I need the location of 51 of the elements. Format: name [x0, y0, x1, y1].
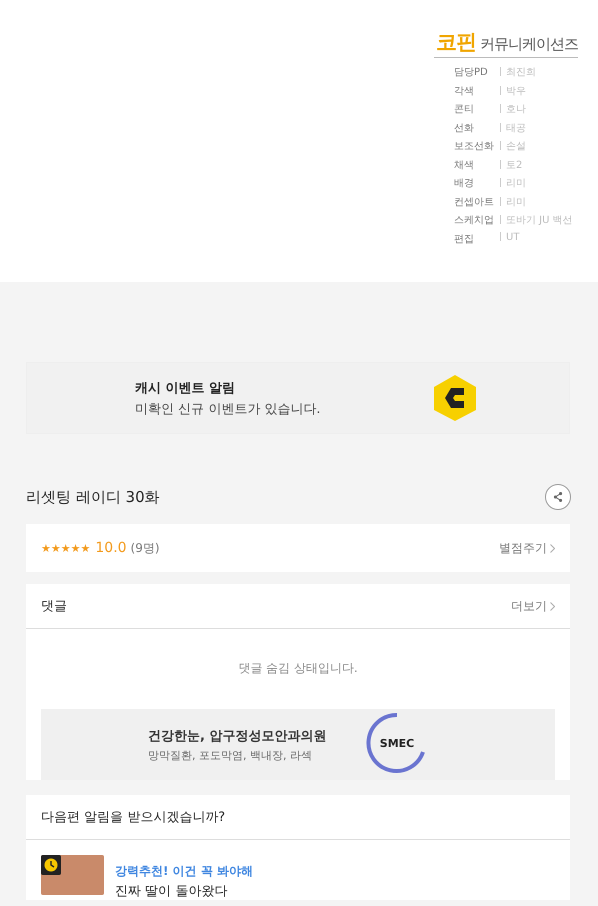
credit-role: 편집 [454, 232, 475, 246]
credit-role: 보조선화 [454, 140, 495, 153]
chevron-icon [550, 602, 555, 610]
credit-role: 스케치업 [454, 214, 495, 227]
comments-title: 댓글 [41, 598, 67, 615]
share-icon [552, 490, 564, 504]
coin-logo-icon [432, 374, 477, 422]
ad-banner[interactable]: 건강한눈, 압구정성모안과의원 망막질환, 포도막염, 백내장, 라섹 SMEC [41, 709, 555, 780]
credit-role: 선화 [454, 122, 475, 134]
thumbnail-placeholder[interactable] [41, 855, 104, 895]
credit-role: 각색 [454, 84, 475, 98]
banner-message: 미확인 신규 이벤트가 있습니다. [135, 400, 321, 418]
star-icon: ★ [60, 542, 71, 554]
credit-role: 콘티 [454, 103, 475, 116]
alert-question: 다음편 알림을 받으시겠습니까? [26, 795, 570, 840]
ad-headline: 건강한눈, 압구정성모안과의원 [148, 728, 326, 744]
recommended-title[interactable]: 진짜 딸이 돌아왔다 [115, 882, 254, 900]
credit-name: 호나 [498, 102, 578, 116]
chevron-icon [550, 544, 555, 552]
share-button[interactable] [545, 484, 571, 510]
clock-icon [41, 855, 61, 875]
star-icon: ★ [80, 542, 90, 554]
credit-name: 리미 [498, 176, 578, 190]
star-icon: ★ [50, 542, 61, 554]
studio-logo-text: 코핀 [436, 29, 476, 56]
event-banner[interactable]: 캐시 이벤트 알림 미확인 신규 이벤트가 있습니다. [26, 362, 570, 434]
clinic-logo: SMEC [366, 712, 428, 774]
star-icon: ★ [70, 542, 80, 554]
rate-button[interactable]: 별점주기 [499, 540, 555, 556]
comments-hidden-notice: 댓글 숨김 상태입니다. [237, 660, 359, 677]
ad-subline: 망막질환, 포도막염, 백내장, 라섹 [148, 748, 313, 762]
recommend-tag: 강력추천! 이건 꼭 봐야해 [115, 863, 254, 880]
rating-score: 10.0 [95, 540, 127, 556]
more-button[interactable]: 더보기 [511, 598, 555, 614]
star-icon: ★ [41, 542, 51, 554]
rating-count: (9명) [130, 540, 160, 556]
credit-role: 채색 [454, 158, 475, 172]
credit-name: 최진희 [498, 65, 578, 79]
credit-name: 태공 [498, 120, 578, 134]
credit-name: 리미 [498, 194, 578, 208]
studio-name: 커뮤니케이션즈 [480, 35, 578, 54]
credit-role: 컨셉아트 [454, 196, 495, 208]
episode-title: 리셋팅 레이디 30화 [26, 488, 160, 506]
credit-name: 토2 [498, 158, 578, 172]
credit-role: 담당PD [454, 66, 489, 79]
credit-name: 박우 [498, 84, 578, 98]
banner-title: 캐시 이벤트 알림 [135, 380, 236, 396]
credit-name: UT [498, 232, 578, 246]
credit-name: 또바기 JU 백선 [498, 213, 578, 227]
credit-name: 손설 [498, 139, 578, 153]
credit-role: 배경 [454, 177, 475, 190]
